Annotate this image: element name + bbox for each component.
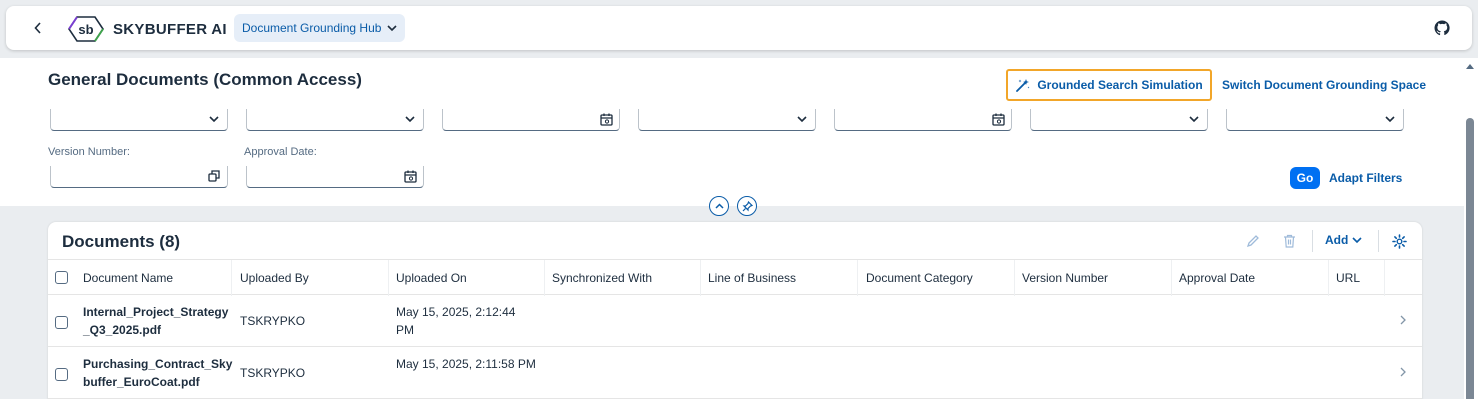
logo-text: sb xyxy=(78,22,93,37)
edit-icon[interactable] xyxy=(1244,232,1262,250)
filter-select-1[interactable] xyxy=(50,109,228,131)
shell-bar: sb SKYBUFFER AI Document Grounding Hub xyxy=(6,6,1472,50)
column-header[interactable]: Document Name xyxy=(76,260,232,296)
collapse-header-button[interactable] xyxy=(709,196,729,216)
version-number-label: Version Number: xyxy=(48,146,130,158)
filter-select-2[interactable] xyxy=(246,109,424,131)
scrollbar-thumb[interactable] xyxy=(1466,118,1474,399)
filter-select-5[interactable] xyxy=(1226,109,1404,131)
chevron-down-icon xyxy=(207,112,221,126)
hub-selector-label: Document Grounding Hub xyxy=(242,21,382,35)
chevron-down-icon xyxy=(1187,112,1201,126)
filter-select-4[interactable] xyxy=(1030,109,1208,131)
logo: sb xyxy=(68,16,104,42)
grounded-search-label: Grounded Search Simulation xyxy=(1037,78,1203,92)
calendar-icon xyxy=(403,169,417,183)
document-name: Purchasing_Contract_Skybuffer_EuroCoat.p… xyxy=(83,357,233,389)
hub-selector[interactable]: Document Grounding Hub xyxy=(234,14,406,42)
grounded-search-button[interactable]: Grounded Search Simulation xyxy=(1006,69,1212,101)
filter-date-1[interactable] xyxy=(442,109,620,131)
chevron-down-icon xyxy=(403,112,417,126)
uploaded-on: May 15, 2025, 2:12:44 PM xyxy=(396,305,516,337)
pin-icon xyxy=(742,200,753,211)
chevron-down-icon xyxy=(1352,236,1362,243)
settings-icon[interactable] xyxy=(1390,232,1408,250)
document-name: Internal_Project_Strategy_Q3_2025.pdf xyxy=(83,305,229,337)
column-header[interactable]: Uploaded On xyxy=(389,260,545,296)
column-header[interactable]: Synchronized With xyxy=(545,260,701,296)
add-button[interactable]: Add xyxy=(1325,233,1362,247)
column-header[interactable]: Uploaded By xyxy=(233,260,389,296)
ai-sparkle-icon xyxy=(1016,79,1030,92)
toolbar-separator xyxy=(1312,230,1313,252)
column-header[interactable]: Approval Date xyxy=(1172,260,1329,296)
row-checkbox[interactable] xyxy=(55,368,68,381)
documents-table: Documents (8) Add Document Name Uploaded… xyxy=(48,222,1422,399)
go-button[interactable]: Go xyxy=(1290,167,1320,189)
pin-header-button[interactable] xyxy=(737,196,757,216)
calendar-icon xyxy=(599,112,613,126)
table-title: Documents (8) xyxy=(62,232,181,251)
uploaded-by: TSKRYPKO xyxy=(240,366,306,380)
value-help-icon xyxy=(207,169,221,183)
uploaded-by: TSKRYPKO xyxy=(240,314,306,328)
chevron-up-icon xyxy=(714,203,724,209)
select-all-checkbox[interactable] xyxy=(55,271,68,284)
column-header[interactable]: URL xyxy=(1329,260,1385,296)
scroll-up-arrow[interactable] xyxy=(1466,64,1474,69)
chevron-down-icon xyxy=(1383,112,1397,126)
column-header[interactable]: Document Category xyxy=(859,260,1015,296)
column-header[interactable]: Line of Business xyxy=(701,260,858,296)
add-button-label: Add xyxy=(1325,233,1349,247)
delete-icon[interactable] xyxy=(1280,232,1298,250)
row-checkbox[interactable] xyxy=(55,316,68,329)
chevron-right-icon[interactable] xyxy=(1398,366,1408,378)
chevron-down-icon xyxy=(795,112,809,126)
switch-space-link[interactable]: Switch Document Grounding Space xyxy=(1222,78,1426,92)
github-icon[interactable] xyxy=(1434,20,1450,36)
back-icon[interactable] xyxy=(28,18,48,38)
dynamic-page-header: General Documents (Common Access) Ground… xyxy=(0,58,1464,216)
filter-select-3[interactable] xyxy=(638,109,816,131)
brand-name: SKYBUFFER AI xyxy=(113,21,227,38)
chevron-right-icon[interactable] xyxy=(1398,314,1408,326)
uploaded-on: May 15, 2025, 2:11:58 PM xyxy=(396,357,536,371)
filter-date-2[interactable] xyxy=(834,109,1012,131)
adapt-filters-link[interactable]: Adapt Filters xyxy=(1329,171,1402,185)
toolbar-separator xyxy=(1378,230,1379,252)
column-header[interactable]: Version Number xyxy=(1015,260,1172,296)
approval-date-label: Approval Date: xyxy=(244,146,317,158)
table-row[interactable]: Internal_Project_Strategy_Q3_2025.pdf TS… xyxy=(48,295,1422,347)
table-header: Document Name Uploaded By Uploaded On Sy… xyxy=(48,259,1422,296)
version-number-input[interactable] xyxy=(50,166,228,188)
chevron-down-icon xyxy=(387,24,397,31)
table-row[interactable]: Purchasing_Contract_Skybuffer_EuroCoat.p… xyxy=(48,347,1422,399)
page-title: General Documents (Common Access) xyxy=(48,70,362,89)
calendar-icon xyxy=(991,112,1005,126)
approval-date-input[interactable] xyxy=(246,166,424,188)
